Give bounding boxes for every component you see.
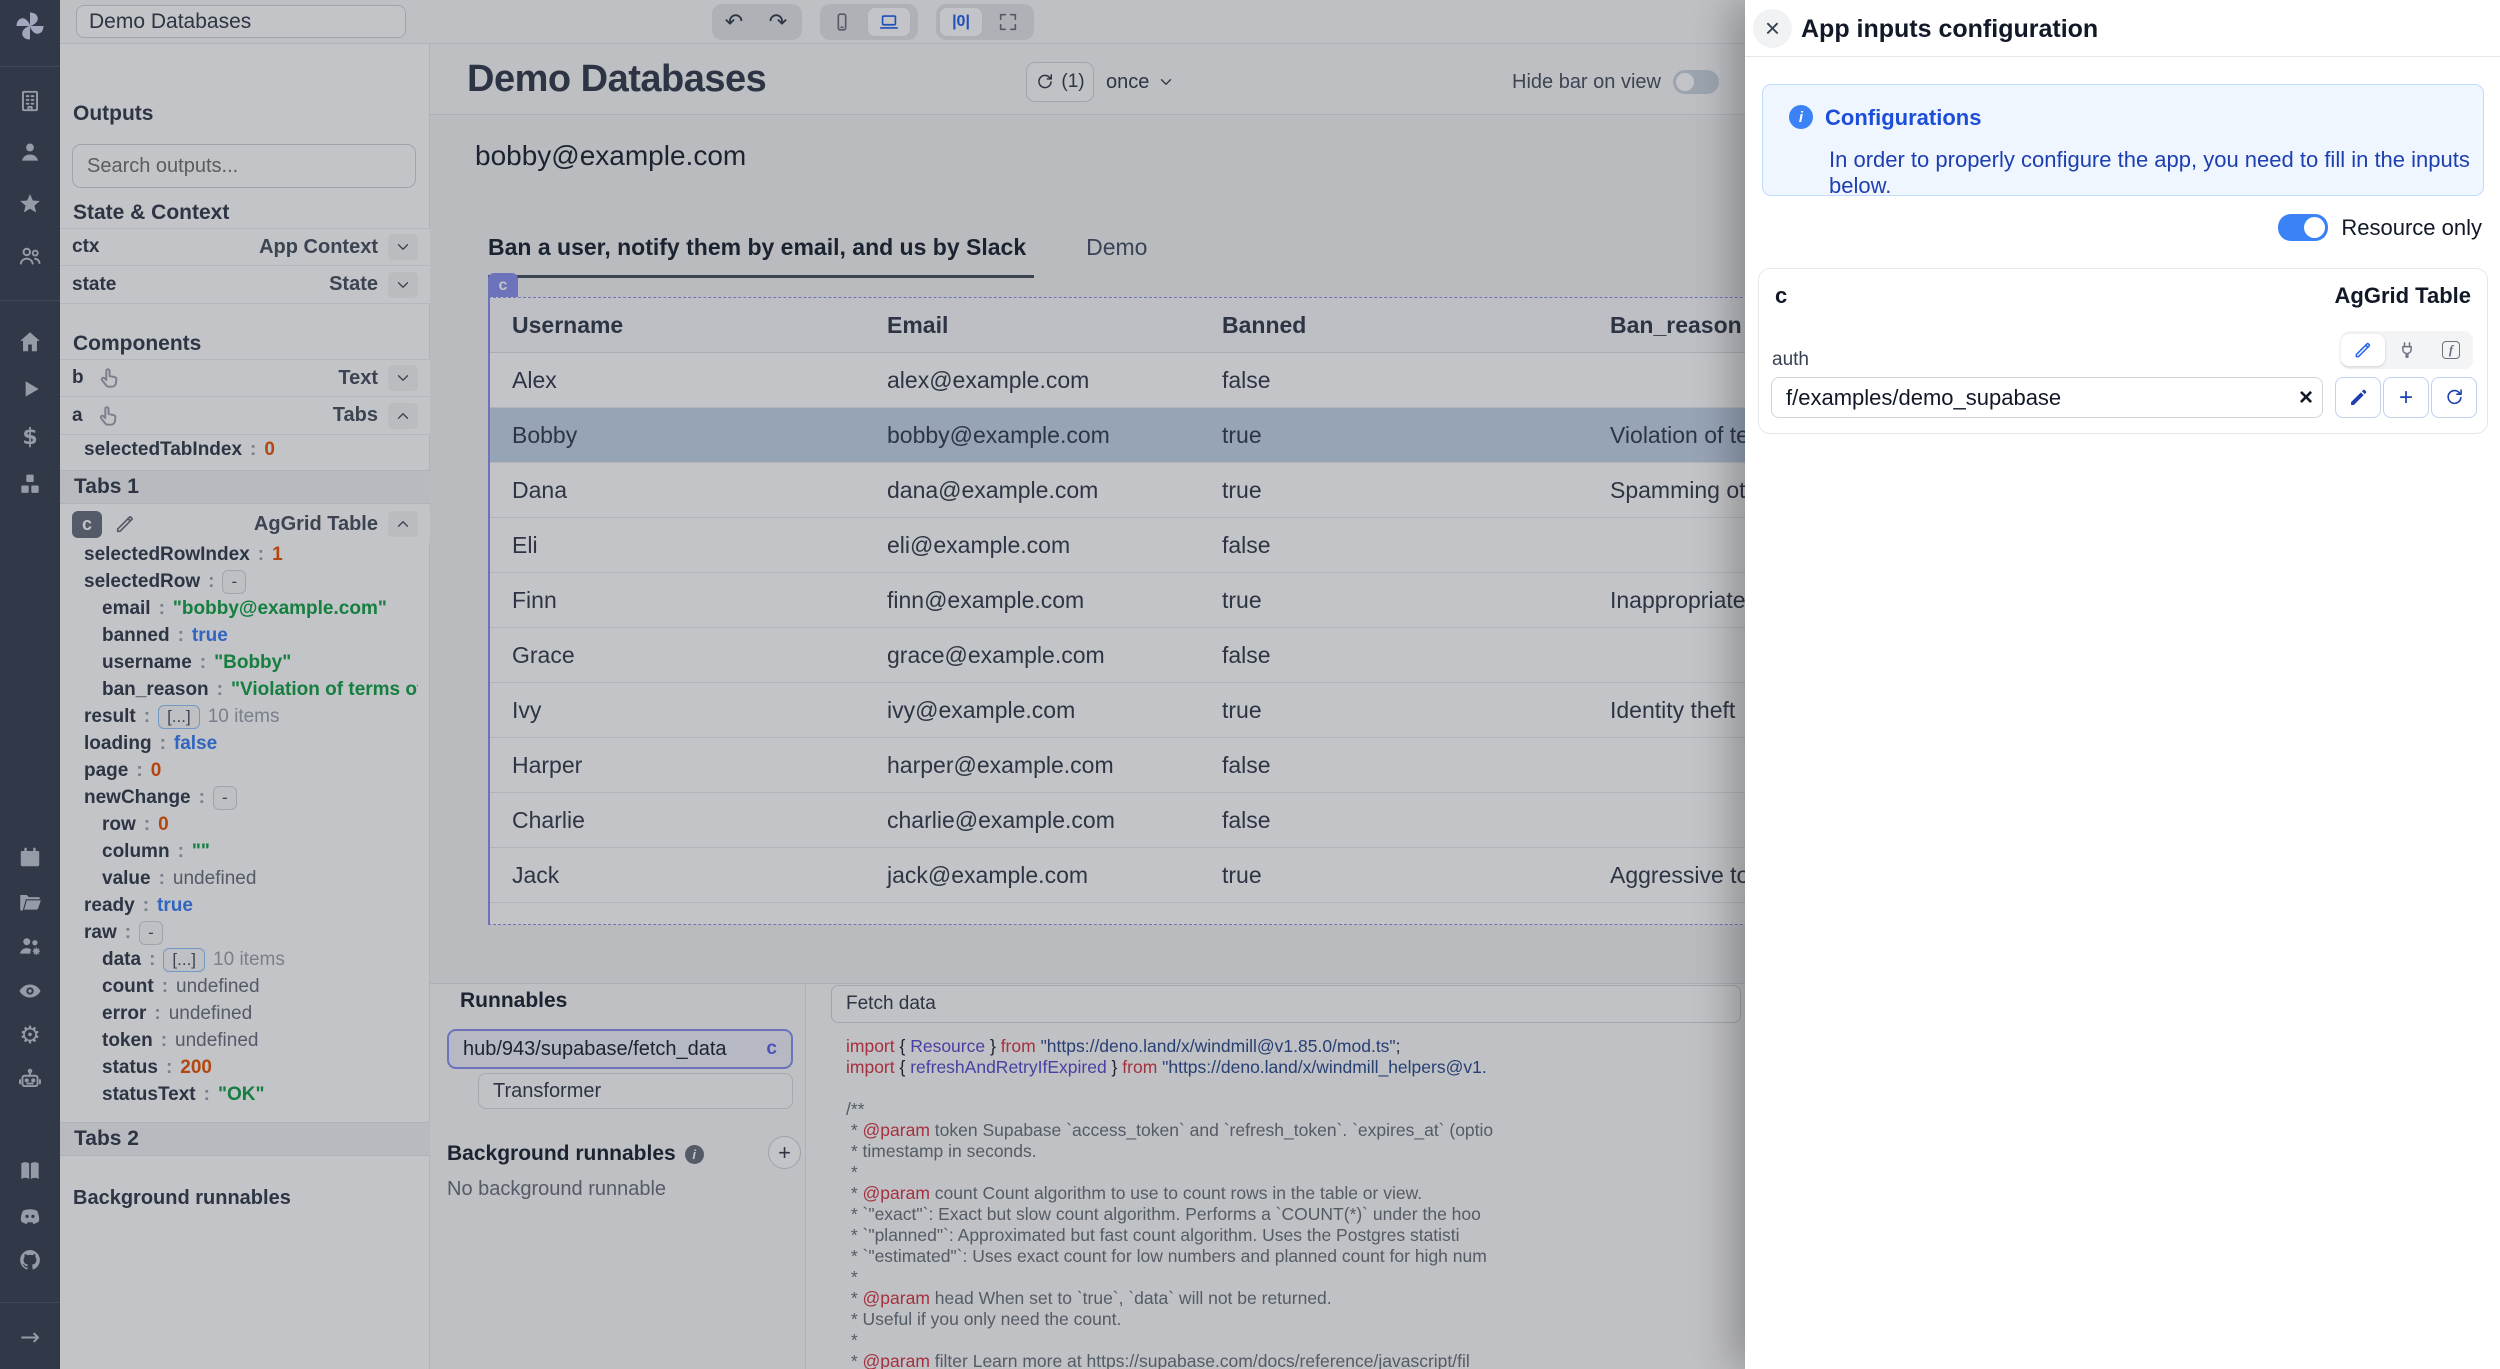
configurations-alert: i Configurations In order to properly co… [1762,84,2484,196]
plus-icon: + [2399,384,2413,412]
input-mode-segmented-control: f [2341,331,2473,369]
plug-icon [2397,340,2417,360]
alert-body: In order to properly configure the app, … [1829,147,2483,199]
auth-field-label: auth [1772,349,1809,371]
refresh-icon [2444,387,2465,408]
resource-only-row: Resource only [2278,214,2482,241]
resource-only-label: Resource only [2341,215,2482,241]
app-inputs-drawer: × App inputs configuration i Configurati… [1745,0,2500,1369]
close-icon: × [1765,13,1780,44]
card-component-type: AgGrid Table [2335,283,2472,309]
windmill-app-editor: ↶ ↷ |0| $⚙→ Outputs State & Context ctx … [0,0,2500,1369]
resource-path-input[interactable] [1771,377,2323,418]
refresh-resource-button[interactable] [2431,377,2477,418]
drawer-header: × App inputs configuration [1745,0,2500,57]
info-icon: i [1789,105,1813,129]
function-icon: f [2442,341,2460,359]
connect-mode-button[interactable] [2385,331,2429,369]
edit-resource-button[interactable] [2335,377,2381,418]
eval-mode-button[interactable]: f [2429,331,2473,369]
static-mode-button[interactable] [2341,334,2385,366]
pencil-icon [2348,387,2369,408]
component-input-card: c AgGrid Table f auth × + [1758,268,2488,434]
add-resource-button[interactable]: + [2383,377,2429,418]
drawer-title: App inputs configuration [1801,15,2098,44]
pencil-icon [2353,340,2373,360]
drawer-backdrop[interactable] [0,0,1745,1369]
close-drawer-button[interactable]: × [1753,9,1792,48]
clear-input-icon[interactable]: × [2293,385,2319,411]
alert-title: Configurations [1825,105,1981,131]
card-component-id: c [1775,283,1787,309]
resource-only-toggle[interactable] [2278,214,2328,241]
